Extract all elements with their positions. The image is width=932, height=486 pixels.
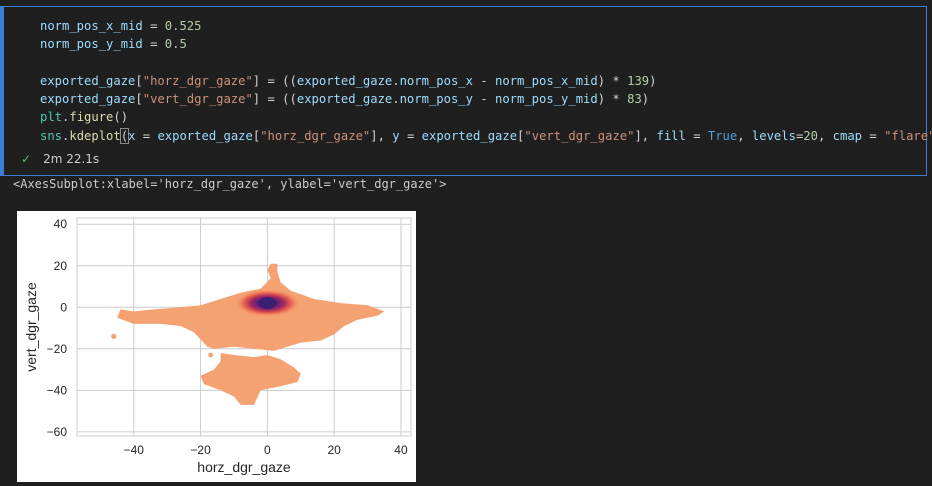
x-tick-label: 40: [394, 443, 408, 457]
code-line: sns.kdeplot(x = exported_gaze["horz_dgr_…: [40, 127, 932, 144]
x-axis-label: horz_dgr_gaze: [197, 459, 291, 475]
code-line: exported_gaze["horz_dgr_gaze"] = ((expor…: [40, 73, 657, 88]
y-tick-labels: −60 −40 −20 0 20 40: [47, 217, 68, 439]
x-tick-label: 20: [328, 443, 342, 457]
code-editor[interactable]: norm_pos_x_mid = 0.525 norm_pos_y_mid = …: [40, 17, 932, 145]
x-tick-label: 0: [264, 443, 271, 457]
code-line: exported_gaze["vert_dgr_gaze"] = ((expor…: [40, 92, 650, 107]
code-line: norm_pos_y_mid = 0.5: [40, 37, 187, 52]
execution-status: ✓ 2m 22.1s: [21, 152, 99, 166]
execution-time: 2m 22.1s: [43, 152, 100, 166]
code-cell[interactable]: norm_pos_x_mid = 0.525 norm_pos_y_mid = …: [0, 6, 932, 176]
y-axis-label: vert_dgr_gaze: [23, 282, 39, 372]
x-tick-label: −40: [124, 443, 145, 457]
density-speck: [111, 333, 117, 339]
density-level-outer-lower: [200, 353, 301, 405]
y-tick-label: −60: [47, 425, 68, 439]
y-tick-label: 40: [54, 217, 68, 231]
kde-plot-svg: −40 −20 0 20 40 −60 −40 −20 0 20 40 horz_dgr_gaze…: [23, 217, 412, 475]
code-line: plt.figure(): [40, 110, 129, 125]
y-tick-label: −40: [47, 383, 68, 397]
kde-density-fill: [111, 263, 385, 405]
density-speck: [208, 352, 214, 358]
y-tick-label: 20: [54, 259, 68, 273]
y-tick-label: −20: [47, 342, 68, 356]
kde-plot-figure: −40 −20 0 20 40 −60 −40 −20 0 20 40 horz_dgr_gaze…: [17, 211, 416, 482]
x-tick-labels: −40 −20 0 20 40: [124, 443, 408, 457]
density-peak-core: [258, 297, 277, 310]
check-icon: ✓: [21, 152, 32, 166]
x-tick-label: −20: [190, 443, 211, 457]
output-repr: <AxesSubplot:xlabel='horz_dgr_gaze', yla…: [13, 177, 447, 191]
cell-focus-indicator: [1, 7, 4, 175]
code-line: norm_pos_x_mid = 0.525: [40, 19, 202, 33]
y-tick-label: 0: [60, 300, 67, 314]
